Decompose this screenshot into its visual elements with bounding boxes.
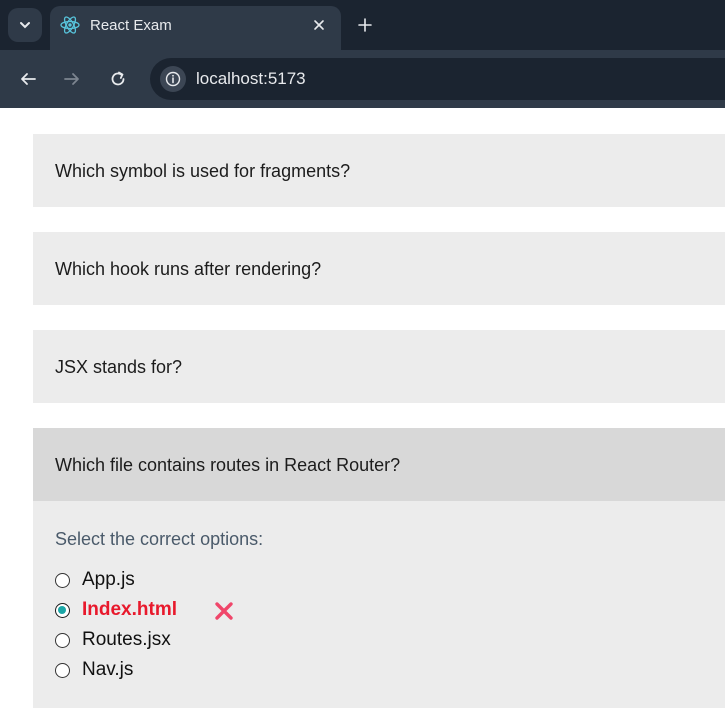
question-card: Which symbol is used for fragments? [33, 134, 725, 207]
question-header[interactable]: JSX stands for? [33, 330, 725, 403]
plus-icon [358, 18, 372, 32]
question-text: Which hook runs after rendering? [55, 259, 322, 279]
browser-toolbar: localhost:5173 [0, 50, 725, 108]
question-text: Which file contains routes in React Rout… [55, 455, 401, 475]
option-label: Nav.js [82, 659, 134, 680]
question-header[interactable]: Which hook runs after rendering? [33, 232, 725, 305]
info-icon [165, 71, 181, 87]
back-button[interactable] [16, 67, 40, 91]
answer-option[interactable]: App.js [55, 569, 355, 593]
option-label-incorrect: Index.html [82, 599, 178, 620]
tab-title: React Exam [90, 17, 172, 34]
browser-tab[interactable]: React Exam [50, 6, 341, 50]
reload-icon [111, 71, 125, 86]
answer-option-selected[interactable]: Index.html [55, 599, 355, 623]
question-header[interactable]: Which file contains routes in React Rout… [33, 428, 725, 501]
chevron-down-icon [20, 22, 30, 29]
cross-mark-icon [215, 602, 233, 620]
question-card: Which hook runs after rendering? [33, 232, 725, 305]
radio-button-checked[interactable] [55, 603, 70, 618]
address-bar[interactable]: localhost:5173 [150, 58, 725, 100]
question-header[interactable]: Which symbol is used for fragments? [33, 134, 725, 207]
tab-close-button[interactable] [308, 14, 330, 36]
arrow-left-icon [21, 73, 36, 85]
option-label: Routes.jsx [82, 629, 171, 650]
reload-button[interactable] [106, 67, 130, 91]
answer-option[interactable]: Routes.jsx [55, 629, 355, 653]
radio-button[interactable] [55, 663, 70, 678]
question-text: JSX stands for? [55, 357, 183, 377]
option-label: App.js [82, 569, 135, 590]
question-card: JSX stands for? [33, 330, 725, 403]
radio-button[interactable] [55, 573, 70, 588]
new-tab-button[interactable] [354, 14, 376, 36]
tab-search-button[interactable] [8, 8, 42, 42]
url-text: localhost:5173 [196, 69, 306, 88]
browser-tab-bar: React Exam [0, 0, 725, 50]
exam-page: Which symbol is used for fragments? Whic… [0, 108, 725, 718]
site-info-button[interactable] [160, 66, 186, 92]
react-logo-icon [60, 16, 80, 34]
forward-button[interactable] [60, 67, 84, 91]
question-text: Which symbol is used for fragments? [55, 161, 351, 181]
answer-option[interactable]: Nav.js [55, 659, 355, 683]
question-card-expanded: Which file contains routes in React Rout… [33, 428, 725, 708]
radio-button[interactable] [55, 633, 70, 648]
options-prompt: Select the correct options: [55, 529, 264, 549]
arrow-right-icon [64, 73, 79, 85]
close-icon [314, 20, 324, 30]
